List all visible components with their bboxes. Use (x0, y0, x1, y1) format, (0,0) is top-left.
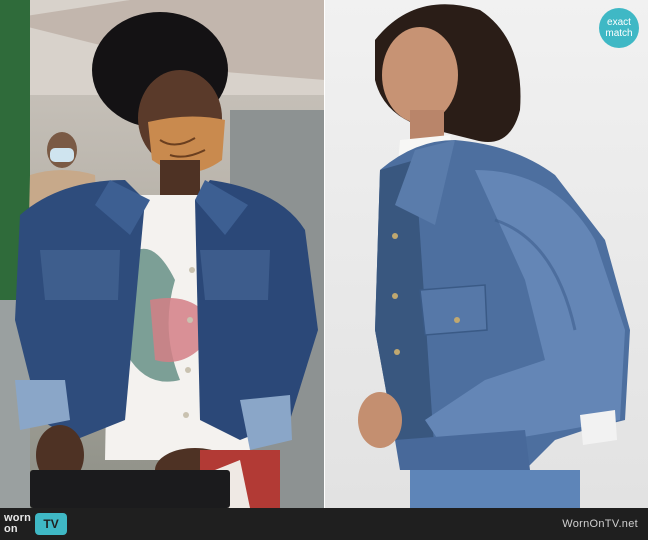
logo-text: worn on (4, 513, 31, 535)
badge-line-2: match (605, 28, 633, 39)
jacket-button (392, 293, 398, 299)
background-person-mask (50, 148, 74, 162)
black-folder (30, 470, 230, 508)
jacket-button (187, 317, 193, 323)
model-hand (358, 392, 402, 448)
tv-icon: TV (35, 513, 68, 535)
person-illustration (0, 0, 325, 508)
jacket-pocket-left (40, 250, 120, 300)
exact-match-badge: exact match (599, 8, 639, 48)
badge-line-1: exact (607, 17, 631, 28)
product-illustration (358, 4, 630, 508)
person-photo (0, 0, 325, 508)
neck (160, 160, 200, 195)
jacket-button (394, 349, 400, 355)
jacket-button (454, 317, 460, 323)
model-jeans (410, 470, 580, 508)
footer-bar: worn on TV WornOnTV.net (0, 508, 648, 540)
jacket-pocket (419, 284, 488, 336)
jacket-button (183, 412, 189, 418)
jacket-pocket-right (200, 250, 270, 300)
jacket-button (185, 367, 191, 373)
wornontv-logo[interactable]: worn on TV (4, 510, 68, 538)
model-face (382, 27, 458, 123)
shirt-cuff (580, 410, 617, 445)
product-photo (325, 0, 648, 508)
site-url[interactable]: WornOnTV.net (562, 518, 638, 530)
logo-word-tv: TV (43, 517, 59, 531)
outfit-comparison: exact match worn on TV WornOnTV.net (0, 0, 648, 540)
logo-word-on: on (4, 523, 18, 535)
jacket-button (189, 267, 195, 273)
jacket-button (392, 233, 398, 239)
